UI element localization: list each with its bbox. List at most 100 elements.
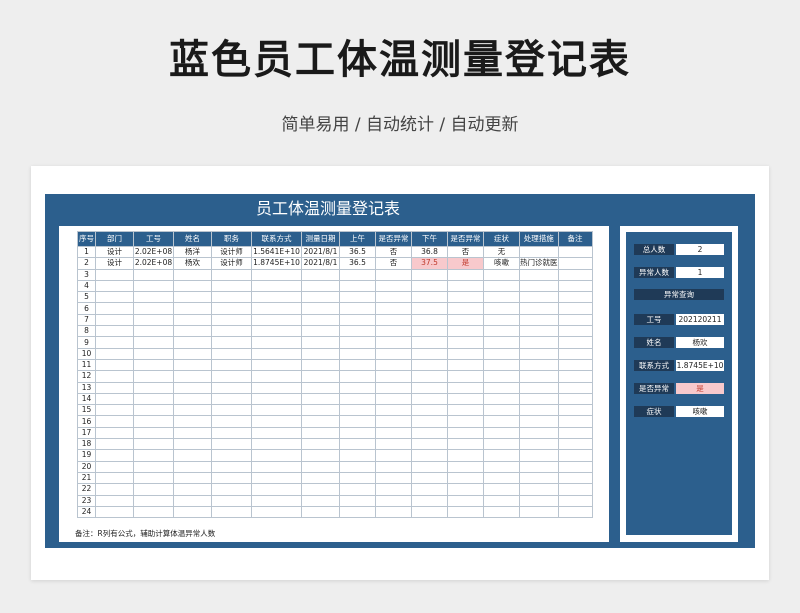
table-cell[interactable] — [251, 325, 302, 338]
table-cell[interactable] — [447, 483, 484, 496]
is-abnormal-value[interactable]: 是 — [676, 383, 724, 394]
table-cell[interactable] — [375, 449, 412, 462]
table-cell[interactable] — [483, 426, 520, 440]
table-cell[interactable] — [339, 438, 376, 451]
table-cell[interactable] — [251, 268, 302, 281]
table-cell[interactable] — [173, 279, 212, 293]
table-cell[interactable] — [519, 483, 559, 496]
table-cell[interactable]: 杨欢 — [173, 257, 212, 270]
table-cell[interactable] — [95, 325, 134, 338]
table-cell[interactable] — [447, 347, 484, 360]
table-cell[interactable] — [301, 302, 340, 315]
table-cell[interactable] — [339, 268, 376, 281]
table-cell[interactable] — [447, 460, 484, 473]
table-cell[interactable]: 杨洋 — [173, 245, 212, 259]
table-cell[interactable] — [133, 449, 174, 462]
table-cell[interactable] — [375, 471, 412, 485]
table-cell[interactable] — [301, 370, 340, 383]
table-cell[interactable] — [483, 347, 520, 360]
table-cell[interactable] — [95, 279, 134, 293]
table-cell[interactable] — [483, 438, 520, 451]
table-cell[interactable] — [483, 505, 520, 519]
table-cell[interactable] — [411, 438, 448, 451]
table-cell[interactable] — [211, 268, 252, 281]
table-cell[interactable] — [173, 471, 212, 485]
table-cell[interactable] — [411, 471, 448, 485]
table-cell[interactable] — [411, 325, 448, 338]
table-cell[interactable]: 36.8 — [411, 245, 448, 259]
table-cell[interactable] — [133, 336, 174, 349]
table-cell[interactable] — [251, 336, 302, 349]
table-cell[interactable] — [557, 415, 593, 428]
table-cell[interactable] — [557, 370, 593, 383]
table-cell[interactable] — [375, 347, 412, 360]
table-cell[interactable] — [211, 483, 252, 496]
table-cell[interactable]: 否 — [375, 245, 412, 259]
table-cell[interactable] — [301, 483, 340, 496]
table-cell[interactable] — [211, 460, 252, 473]
table-cell[interactable] — [211, 279, 252, 293]
table-cell[interactable] — [411, 392, 448, 406]
table-cell[interactable] — [211, 415, 252, 428]
table-cell[interactable] — [339, 460, 376, 473]
table-cell[interactable] — [173, 460, 212, 473]
table-cell[interactable] — [95, 494, 134, 507]
table-cell[interactable]: 2021/8/1 — [301, 245, 340, 259]
table-cell[interactable] — [411, 336, 448, 349]
table-cell[interactable] — [301, 325, 340, 338]
table-cell[interactable] — [173, 302, 212, 315]
table-cell[interactable] — [447, 438, 484, 451]
table-cell[interactable] — [483, 279, 520, 293]
table-cell[interactable] — [95, 381, 134, 394]
table-cell[interactable] — [251, 392, 302, 406]
table-cell[interactable] — [133, 313, 174, 327]
table-cell[interactable] — [557, 313, 593, 327]
table-cell[interactable] — [251, 471, 302, 485]
table-cell[interactable] — [251, 415, 302, 428]
table-cell[interactable] — [483, 483, 520, 496]
table-cell[interactable] — [339, 370, 376, 383]
table-cell[interactable] — [447, 494, 484, 507]
table-cell[interactable] — [375, 438, 412, 451]
table-cell[interactable] — [251, 347, 302, 360]
table-cell[interactable] — [557, 404, 593, 417]
table-cell[interactable] — [483, 336, 520, 349]
table-cell[interactable] — [251, 370, 302, 383]
table-cell[interactable] — [411, 313, 448, 327]
table-cell[interactable] — [211, 404, 252, 417]
table-cell[interactable] — [411, 449, 448, 462]
table-cell[interactable] — [173, 325, 212, 338]
table-cell[interactable] — [557, 505, 593, 519]
table-cell[interactable] — [557, 245, 593, 259]
table-cell[interactable]: 设计师 — [211, 245, 252, 259]
table-cell[interactable] — [173, 438, 212, 451]
table-cell[interactable] — [251, 381, 302, 394]
abnormal-count-value[interactable]: 1 — [676, 267, 724, 278]
table-cell[interactable] — [483, 302, 520, 315]
table-cell[interactable] — [375, 415, 412, 428]
table-cell[interactable] — [251, 494, 302, 507]
table-cell[interactable] — [301, 438, 340, 451]
table-cell[interactable] — [375, 302, 412, 315]
table-cell[interactable] — [447, 381, 484, 394]
table-cell[interactable] — [173, 415, 212, 428]
table-cell[interactable] — [301, 291, 340, 304]
table-cell[interactable] — [301, 415, 340, 428]
table-cell[interactable] — [133, 302, 174, 315]
table-cell[interactable] — [301, 358, 340, 372]
table-cell[interactable] — [339, 404, 376, 417]
table-cell[interactable] — [375, 381, 412, 394]
table-cell[interactable] — [173, 404, 212, 417]
table-cell[interactable] — [95, 426, 134, 440]
table-cell[interactable] — [519, 392, 559, 406]
table-cell[interactable] — [375, 291, 412, 304]
table-cell[interactable] — [557, 438, 593, 451]
table-cell[interactable] — [447, 404, 484, 417]
table-cell[interactable] — [251, 483, 302, 496]
table-cell[interactable] — [339, 381, 376, 394]
table-cell[interactable] — [339, 494, 376, 507]
table-cell[interactable] — [301, 336, 340, 349]
table-cell[interactable] — [447, 449, 484, 462]
table-cell[interactable]: 否 — [375, 257, 412, 270]
table-cell[interactable] — [133, 381, 174, 394]
